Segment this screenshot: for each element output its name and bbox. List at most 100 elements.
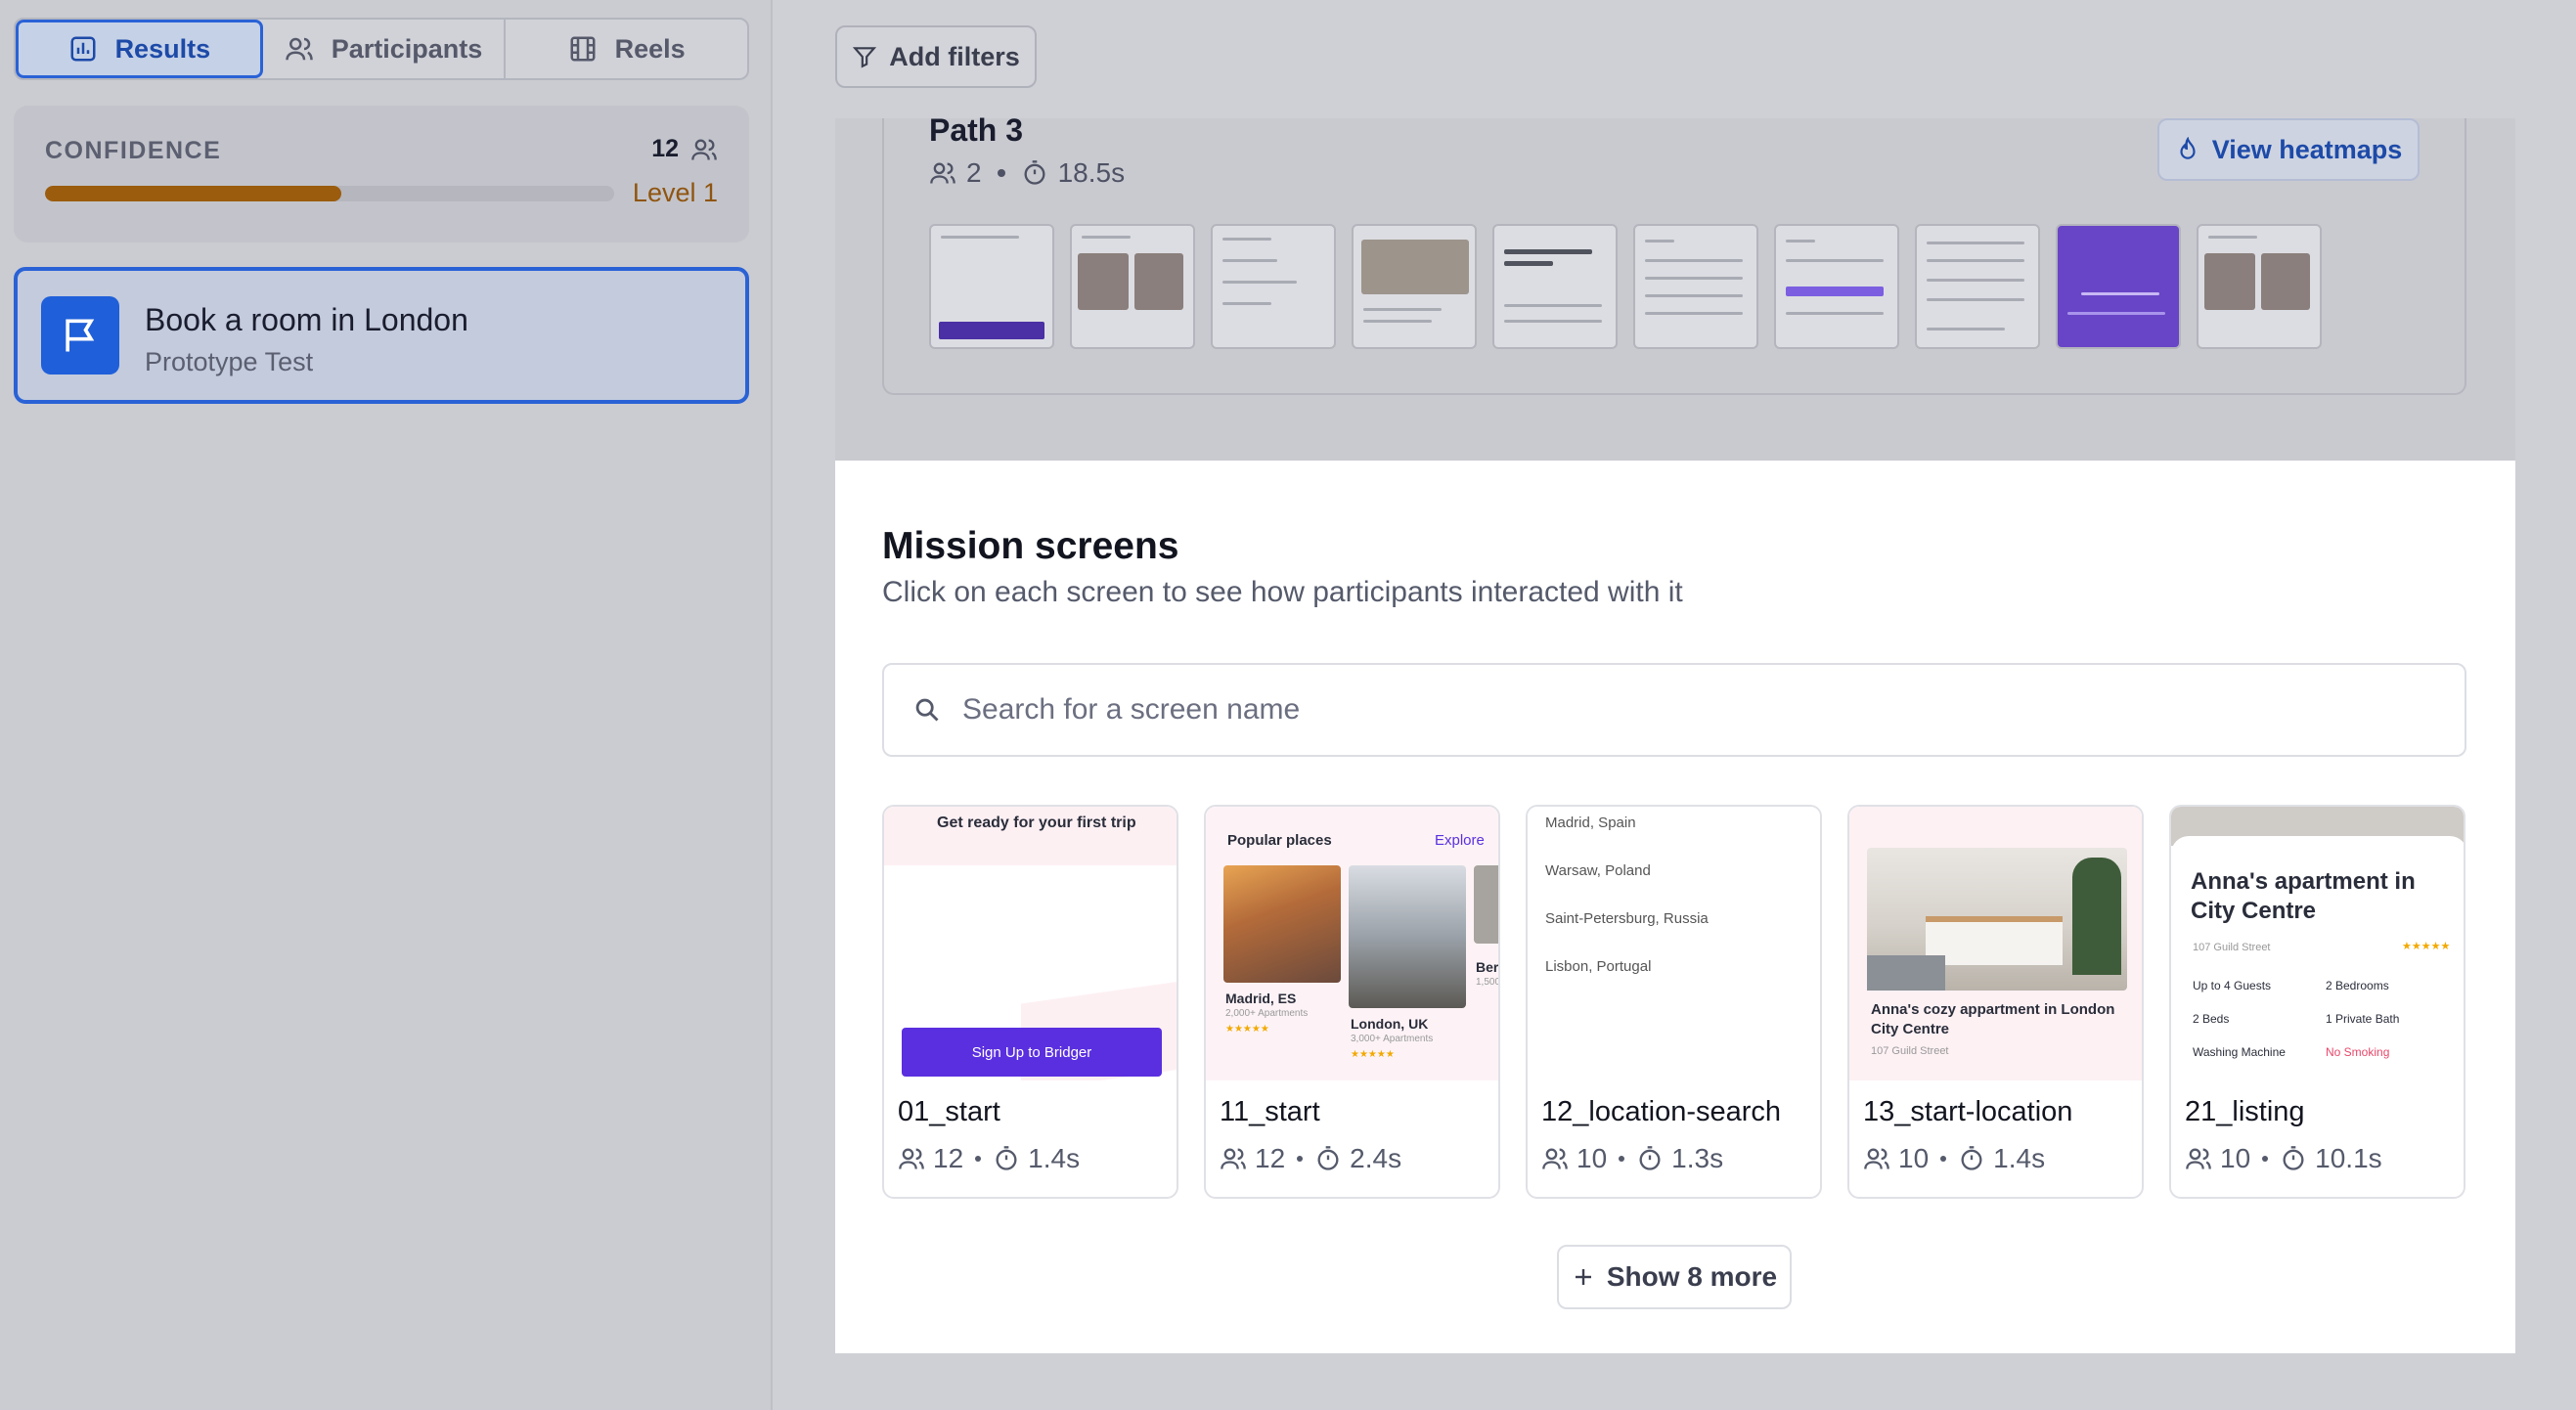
screen-time: 1.3s [1671, 1143, 1724, 1173]
mission-subtitle: Prototype Test [145, 347, 314, 376]
path-screen-thumbnail[interactable] [2056, 224, 2181, 349]
screen-meta: 10 1.4s [1863, 1143, 2045, 1174]
screen-search-input[interactable] [962, 693, 2332, 727]
preview-place1-sub: 2,000+ Apartments [1225, 1008, 1309, 1019]
screen-card[interactable]: Anna's cozy appartment in London City Ce… [1847, 805, 2144, 1199]
path-screen-thumbnail[interactable] [929, 224, 1054, 349]
screen-preview: Anna's apartment in City Centre 107 Guil… [2171, 807, 2464, 1080]
mission-screens-section: Mission screens Click on each screen to … [835, 461, 2515, 1353]
preview-feature: 2 Bedrooms [2326, 979, 2389, 992]
preview-feature: 2 Beds [2193, 1012, 2230, 1026]
screen-participants: 12 [933, 1143, 964, 1173]
plus-icon [1575, 1269, 1591, 1285]
screen-search[interactable] [882, 663, 2466, 757]
mission-icon-box [41, 296, 119, 375]
participants-icon [285, 37, 313, 61]
preview-location-item: Lisbon, Portugal [1545, 958, 1652, 975]
path-participants: 2 [966, 157, 982, 188]
preview-place2-sub: 3,000+ Apartments [1351, 1034, 1434, 1044]
add-filters-label: Add filters [889, 41, 1020, 71]
screen-meta: 10 10.1s [2185, 1143, 2382, 1174]
timer-icon [1317, 1146, 1339, 1170]
path-screen-thumbnail[interactable] [1492, 224, 1618, 349]
path-meta: 2 18.5s [929, 157, 1125, 189]
path-screen-thumbnail[interactable] [1070, 224, 1195, 349]
screen-card[interactable]: Madrid, Spain Warsaw, Poland Saint-Peter… [1526, 805, 1822, 1199]
path-screen-thumbnail[interactable] [2197, 224, 2322, 349]
participants-icon [930, 162, 955, 184]
separator-dot [1940, 1156, 1947, 1162]
path-screen-thumbnail[interactable] [1633, 224, 1758, 349]
preview-place1: Madrid, ES [1225, 991, 1297, 1006]
flame-icon [2180, 137, 2196, 159]
screen-preview: Get ready for your first trip Sign Up to… [884, 807, 1177, 1080]
screen-preview: Anna's cozy appartment in London City Ce… [1849, 807, 2142, 1080]
london-photo [1349, 865, 1466, 1008]
search-icon [915, 698, 939, 722]
show-more-label: Show 8 more [1606, 1261, 1778, 1292]
screen-card[interactable]: Get ready for your first trip Sign Up to… [882, 805, 1178, 1199]
section-subtitle: Click on each screen to see how particip… [882, 576, 1683, 608]
screen-participants: 12 [1255, 1143, 1286, 1173]
tab-results[interactable]: Results [16, 20, 263, 78]
preview-title: Anna's apartment in City Centre [2191, 868, 2416, 924]
preview-place2: London, UK [1351, 1016, 1429, 1032]
screen-name: 01_start [898, 1096, 1000, 1127]
path-screen-thumbnail[interactable] [1915, 224, 2040, 349]
preview-explore-link: Explore [1435, 832, 1485, 849]
participants-icon [691, 139, 717, 160]
path-screen-thumbnail[interactable] [1774, 224, 1899, 349]
separator-dot [2262, 1156, 2269, 1162]
preview-address: 107 Guild Street [1871, 1045, 1949, 1057]
tab-results-label: Results [114, 33, 211, 64]
preview-heading: Get ready for your first trip [937, 815, 1136, 831]
flag-icon [66, 319, 95, 352]
participants-icon [1864, 1148, 1889, 1169]
separator-dot [975, 1156, 982, 1162]
confidence-panel: CONFIDENCE 12 Level 1 [14, 106, 749, 242]
view-heatmaps-label: View heatmaps [2211, 134, 2403, 164]
tab-reels[interactable]: Reels [506, 20, 747, 78]
apartment-photo [1867, 848, 2127, 991]
preview-feature: No Smoking [2326, 1045, 2390, 1059]
view-heatmaps-button[interactable]: View heatmaps [2157, 118, 2420, 181]
sidebar: Results Participants Reels CONFIDENCE 12… [0, 0, 773, 1410]
results-tabs: Results Participants Reels [14, 18, 749, 80]
mission-title: Book a room in London [145, 302, 468, 337]
bar-chart-icon [70, 36, 96, 62]
separator-dot [997, 169, 1005, 177]
preview-feature: Washing Machine [2193, 1045, 2286, 1059]
path-screen-thumbnail[interactable] [1211, 224, 1336, 349]
screen-time: 1.4s [1028, 1143, 1081, 1173]
participants-icon [1221, 1148, 1246, 1169]
tab-participants[interactable]: Participants [263, 20, 507, 78]
participants-icon [2186, 1148, 2211, 1169]
screen-meta: 12 1.4s [898, 1143, 1080, 1174]
preview-feature: Up to 4 Guests [2193, 979, 2272, 992]
preview-rating: ★★★★★ [2402, 941, 2451, 952]
filter-icon [853, 47, 877, 68]
participants-icon [1542, 1148, 1568, 1169]
show-more-button[interactable]: Show 8 more [1557, 1245, 1792, 1309]
confidence-progress-fill [45, 186, 341, 201]
separator-dot [1619, 1156, 1625, 1162]
tab-reels-label: Reels [614, 33, 686, 64]
screen-card[interactable]: Anna's apartment in City Centre 107 Guil… [2169, 805, 2465, 1199]
screen-name: 13_start-location [1863, 1096, 2073, 1127]
screen-preview: Madrid, Spain Warsaw, Poland Saint-Peter… [1528, 807, 1820, 1080]
participant-count: 12 [651, 135, 679, 162]
confidence-label: CONFIDENCE [45, 137, 222, 164]
confidence-level: Level 1 [632, 178, 718, 207]
preview-location-item: Madrid, Spain [1545, 815, 1636, 831]
preview-address: 107 Guild Street [2193, 942, 2271, 953]
add-filters-button[interactable]: Add filters [835, 25, 1037, 88]
screen-participants: 10 [1577, 1143, 1608, 1173]
confidence-count: 12 [651, 135, 718, 163]
screen-card[interactable]: Popular places Explore Madrid, ES 2,000+… [1204, 805, 1500, 1199]
path-screen-thumbnail[interactable] [1352, 224, 1477, 349]
preview-location-item: Saint-Petersburg, Russia [1545, 910, 1709, 927]
screen-preview: Popular places Explore Madrid, ES 2,000+… [1206, 807, 1498, 1080]
timer-icon [1961, 1146, 1982, 1170]
mission-card[interactable]: Book a room in London Prototype Test [14, 267, 749, 404]
preview-signup-button: Sign Up to Bridger [902, 1028, 1162, 1077]
